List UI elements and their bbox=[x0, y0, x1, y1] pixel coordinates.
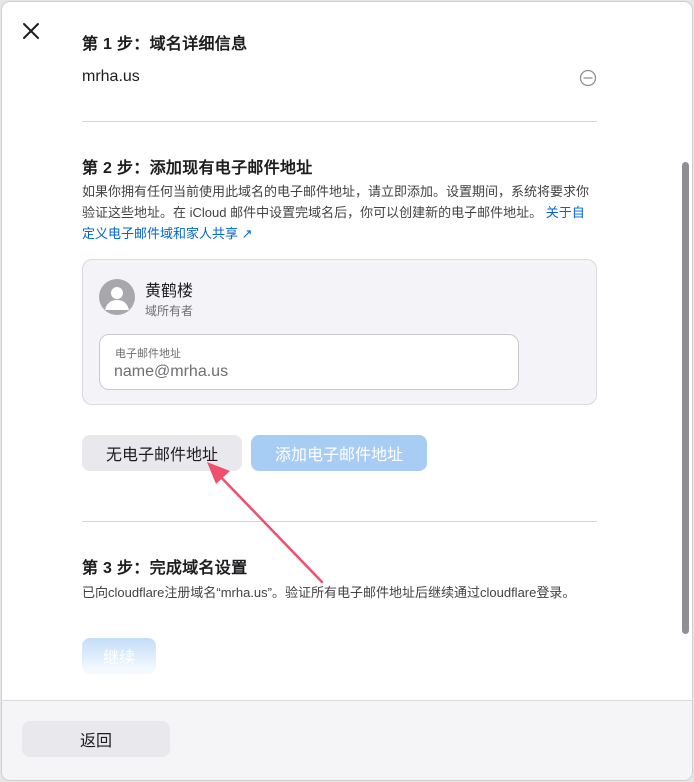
owner-role: 域所有者 bbox=[145, 304, 194, 318]
back-button[interactable]: 返回 bbox=[22, 721, 170, 757]
divider bbox=[82, 521, 597, 522]
avatar bbox=[99, 279, 135, 315]
close-icon bbox=[23, 23, 39, 39]
step2-description-text: 如果你拥有任何当前使用此域名的电子邮件地址，请立即添加。设置期间，系统将要求你验… bbox=[82, 184, 590, 220]
email-field-label: 电子邮件地址 bbox=[115, 348, 181, 360]
domain-name: mrha.us bbox=[82, 68, 140, 85]
step3-title: 第 3 步：完成域名设置 bbox=[82, 560, 248, 577]
step2-title: 第 2 步：添加现有电子邮件地址 bbox=[82, 160, 313, 177]
domain-setup-dialog: 第 1 步：域名详细信息 mrha.us 第 2 步：添加现有电子邮件地址 如果… bbox=[2, 2, 692, 780]
owner-name: 黄鹤楼 bbox=[145, 283, 194, 300]
continue-button[interactable]: 继续 bbox=[82, 638, 156, 674]
email-input[interactable] bbox=[114, 361, 504, 383]
step1-title: 第 1 步：域名详细信息 bbox=[82, 36, 248, 53]
step3-description: 已向cloudflare注册域名“mrha.us”。验证所有电子邮件地址后继续通… bbox=[82, 585, 576, 600]
no-email-button[interactable]: 无电子邮件地址 bbox=[82, 435, 242, 471]
add-email-button[interactable]: 添加电子邮件地址 bbox=[251, 435, 427, 471]
dialog-footer: 返回 bbox=[2, 700, 692, 780]
minus-circle-icon[interactable] bbox=[579, 69, 597, 87]
step2-description: 如果你拥有任何当前使用此域名的电子邮件地址，请立即添加。设置期间，系统将要求你验… bbox=[82, 181, 597, 244]
dialog-scroll-area[interactable]: 第 1 步：域名详细信息 mrha.us 第 2 步：添加现有电子邮件地址 如果… bbox=[2, 2, 692, 700]
divider bbox=[82, 121, 597, 122]
email-field[interactable]: 电子邮件地址 bbox=[99, 334, 519, 390]
owner-card: 黄鹤楼 域所有者 电子邮件地址 bbox=[82, 259, 597, 405]
scrollbar-thumb[interactable] bbox=[682, 162, 689, 634]
close-button[interactable] bbox=[16, 16, 46, 46]
domain-row: mrha.us bbox=[82, 68, 602, 92]
person-icon bbox=[105, 287, 129, 310]
